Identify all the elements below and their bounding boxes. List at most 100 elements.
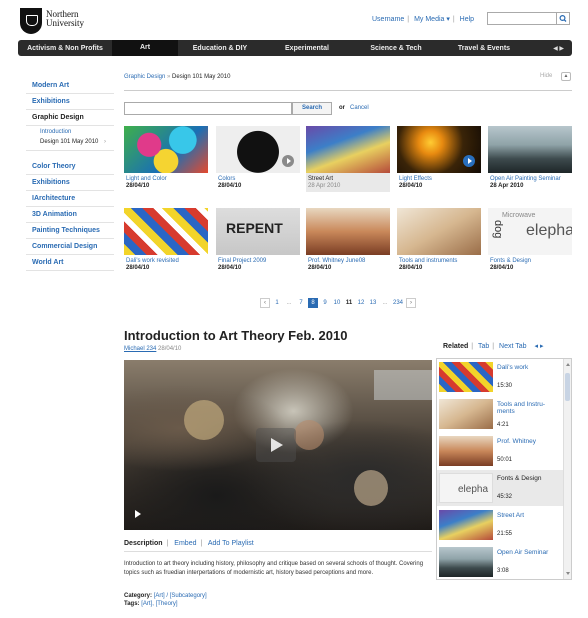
sidebar-item-exhibitions-2[interactable]: Exhibitions — [26, 175, 114, 191]
media-search-input[interactable] — [124, 102, 292, 115]
related-list: Dali's work 15:30 Tools and Instru-ments… — [436, 358, 572, 580]
thumb-item-selected[interactable]: Street Art 28 Apr 2010 — [306, 126, 390, 192]
thumbnail-image — [306, 126, 390, 173]
nav-experimental[interactable]: Experimental — [262, 45, 352, 52]
related-tabs: Related | Tab | Next Tab ◂ ▸ — [443, 343, 544, 350]
hide-label[interactable]: Hide — [540, 73, 552, 79]
sidebar-sub-introduction[interactable]: Introduction — [26, 126, 114, 136]
nav-activism[interactable]: Activism & Non Profits — [18, 45, 112, 52]
related-item[interactable]: Tools and Instru-ments 4:21 — [437, 396, 564, 432]
chevron-right-icon: › — [104, 139, 107, 145]
tab-embed[interactable]: Embed — [174, 540, 196, 547]
play-icon — [463, 155, 475, 167]
cancel-link[interactable]: Cancel — [350, 105, 369, 111]
category-navbar: Activism & Non Profits Art Education & D… — [18, 40, 572, 56]
nav-science[interactable]: Science & Tech — [352, 45, 440, 52]
page-link[interactable]: 7 — [296, 298, 306, 308]
thumbnail-image: elepha — [439, 473, 493, 503]
thumbnail-image — [439, 547, 493, 577]
thumbnail-image — [439, 436, 493, 466]
thumb-item[interactable]: Tools and instruments 28/04/10 — [397, 208, 481, 274]
search-icon[interactable] — [556, 13, 569, 24]
help-link[interactable]: Help — [460, 16, 474, 23]
thumbnail-image — [306, 208, 390, 255]
thumb-item[interactable]: REPENT Final Project 2009 28/04/10 — [216, 208, 300, 274]
sidebar-item-graphic-design[interactable]: Graphic Design — [26, 110, 114, 126]
thumbnail-image — [439, 510, 493, 540]
video-byline: Michael 234 28/04/10 — [124, 346, 182, 352]
top-search-input[interactable] — [487, 12, 570, 25]
category-links[interactable]: [Art] / [Subcategory] — [154, 593, 207, 599]
sidebar: Modern Art Exhibitions Graphic Design In… — [26, 78, 114, 271]
sidebar-sub-design-101[interactable]: Design 101 May 2010 › — [26, 136, 114, 151]
search-button[interactable]: Search — [292, 102, 332, 115]
thumb-item[interactable]: Light and Color 28/04/10 — [124, 126, 208, 192]
page-link[interactable]: 13 — [368, 298, 378, 308]
page-link[interactable]: 234 — [392, 298, 404, 308]
tab-add-to-playlist[interactable]: Add To Playlist — [208, 540, 254, 547]
sidebar-item-3d-animation[interactable]: 3D Animation — [26, 207, 114, 223]
sidebar-item-exhibitions[interactable]: Exhibitions — [26, 94, 114, 110]
related-arrows[interactable]: ◂ ▸ — [534, 343, 543, 350]
page-link-current[interactable]: 8 — [308, 298, 318, 308]
big-play-icon[interactable] — [256, 428, 296, 462]
related-item-selected[interactable]: elepha Fonts & Design 45:32 — [437, 470, 564, 506]
university-name[interactable]: Northern University — [46, 10, 84, 28]
nav-art[interactable]: Art — [112, 40, 178, 56]
scroll-up-icon[interactable] — [566, 363, 570, 366]
thumbnail-image — [488, 126, 572, 173]
sidebar-item-painting[interactable]: Painting Techniques — [26, 223, 114, 239]
sidebar-item-architecture[interactable]: IArchitecture — [26, 191, 114, 207]
scroll-thumb[interactable] — [565, 373, 570, 401]
page-link[interactable]: 9 — [320, 298, 330, 308]
thumbnail-image: Microwave elepha dog — [488, 208, 572, 255]
thumbnail-image — [397, 126, 481, 173]
thumb-item[interactable]: Open Air Painting Seminar 28 Apr 2010 — [488, 126, 572, 192]
thumbnail-image: REPENT — [216, 208, 300, 255]
tab-description[interactable]: Description — [124, 540, 163, 547]
related-item[interactable]: Prof. Whitney 50:01 — [437, 433, 564, 469]
related-scrollbar[interactable] — [563, 359, 571, 579]
related-item[interactable]: Open Air Seminar 3:08 — [437, 544, 564, 579]
page-link[interactable]: 11 — [344, 298, 354, 308]
uploader-link[interactable]: Michael 234 — [124, 346, 156, 352]
related-item[interactable]: Street Art 21:55 — [437, 507, 564, 543]
thumbnail-image — [216, 126, 300, 173]
video-title: Introduction to Art Theory Feb. 2010 — [124, 328, 348, 343]
related-item[interactable]: Dali's work 15:30 — [437, 359, 564, 395]
thumb-item[interactable]: Light Effects 28/04/10 — [397, 126, 481, 192]
university-logo-icon[interactable] — [20, 8, 42, 34]
sidebar-item-world-art[interactable]: World Art — [26, 255, 114, 271]
my-media-link[interactable]: My Media ▾ — [414, 16, 450, 23]
nav-travel[interactable]: Travel & Events — [440, 45, 528, 52]
pagination: ‹ 1 ... 7 8 9 10 11 12 13 ... 234 › — [260, 298, 417, 308]
page-link[interactable]: 1 — [272, 298, 282, 308]
tab-next[interactable]: Next Tab — [499, 343, 527, 350]
scroll-down-icon[interactable] — [566, 572, 570, 575]
sidebar-item-commercial[interactable]: Commercial Design — [26, 239, 114, 255]
thumbnail-image — [439, 362, 493, 392]
breadcrumb: Graphic Design » Design 101 May 2010 — [124, 74, 231, 80]
thumb-item[interactable]: Dali's work revisited 28/04/10 — [124, 208, 208, 274]
sidebar-item-color-theory[interactable]: Color Theory — [26, 159, 114, 175]
video-description: Introduction to art theory including his… — [124, 561, 424, 576]
nav-arrows[interactable]: ◀ ▶ — [553, 45, 572, 52]
username-link[interactable]: Username — [372, 16, 404, 23]
prev-page-button[interactable]: ‹ — [260, 298, 270, 308]
page-link[interactable]: 12 — [356, 298, 366, 308]
tab-related[interactable]: Related — [443, 343, 468, 350]
breadcrumb-parent[interactable]: Graphic Design — [124, 74, 165, 80]
play-icon[interactable] — [135, 510, 141, 518]
sidebar-item-modern-art[interactable]: Modern Art — [26, 78, 114, 94]
collapse-icon[interactable]: ▲ — [561, 72, 571, 81]
thumb-item[interactable]: Colors 28/04/10 — [216, 126, 300, 192]
nav-education[interactable]: Education & DIY — [178, 45, 262, 52]
thumb-item[interactable]: Prof. Whitney June08 28/04/10 — [306, 208, 390, 274]
video-meta: Category: [Art] / [Subcategory] Tags: [A… — [124, 593, 207, 607]
page-link[interactable]: 10 — [332, 298, 342, 308]
play-icon — [282, 155, 294, 167]
next-page-button[interactable]: › — [406, 298, 417, 308]
tag-links[interactable]: [Art], [Theory] — [141, 601, 177, 607]
tab-tab[interactable]: Tab — [478, 343, 489, 350]
thumb-item[interactable]: Microwave elepha dog Fonts & Design 28/04… — [488, 208, 572, 274]
